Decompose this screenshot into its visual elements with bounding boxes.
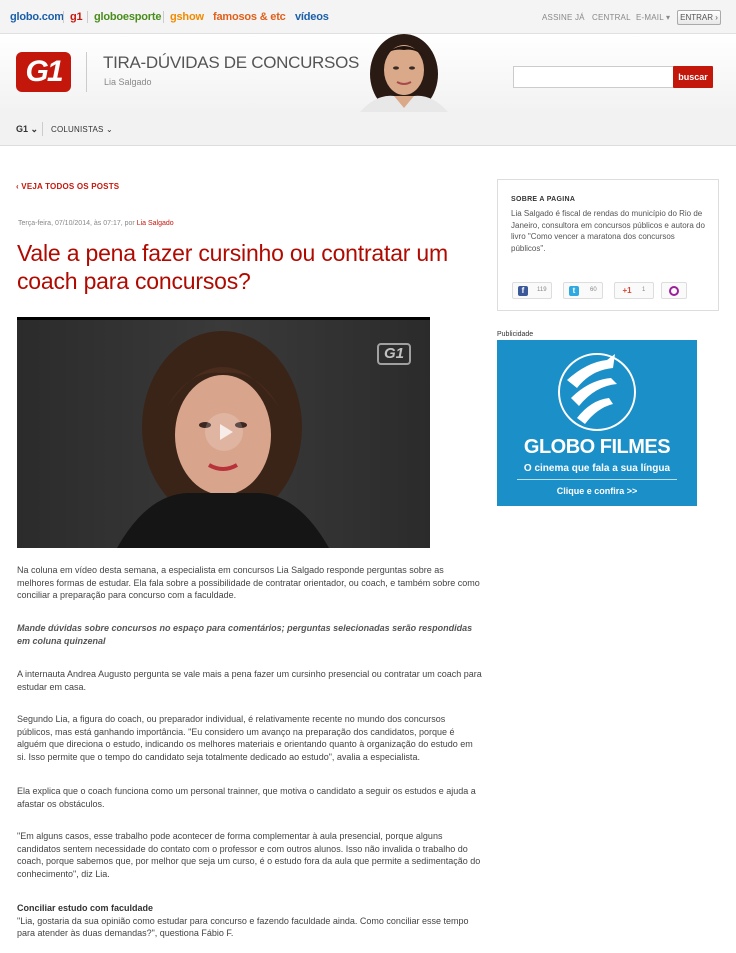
article-paragraph: Segundo Lia, a figura do coach, ou prepa… bbox=[17, 714, 473, 762]
divider bbox=[42, 122, 43, 136]
about-title: SOBRE A PAGINA bbox=[511, 196, 576, 203]
facebook-count: 119 bbox=[537, 287, 547, 293]
globo-filmes-ad[interactable]: GLOBO FILMES O cinema que fala a sua lín… bbox=[497, 340, 697, 506]
video-g1-watermark: G1 bbox=[377, 343, 411, 365]
g1-link[interactable]: g1 bbox=[70, 11, 83, 23]
article-paragraph: "Em alguns casos, esse trabalho pode aco… bbox=[17, 831, 481, 879]
orkut-share-button[interactable] bbox=[661, 282, 687, 299]
facebook-share-button[interactable]: f 119 bbox=[512, 282, 552, 299]
post-date: Terça-feira, 07/10/2014, às 07:17, por bbox=[18, 220, 135, 227]
author-portrait-image bbox=[360, 34, 448, 112]
divider bbox=[517, 479, 677, 480]
about-text: Lia Salgado é fiscal de rendas do municí… bbox=[511, 209, 705, 253]
famosos-link[interactable]: famosos & etc bbox=[213, 11, 286, 23]
central-link[interactable]: CENTRAL bbox=[592, 13, 631, 22]
search-button[interactable]: buscar bbox=[673, 66, 713, 88]
nav-g1-menu[interactable]: G1 ⌄ bbox=[16, 124, 38, 135]
article-subheading: Conciliar estudo com faculdade bbox=[17, 903, 154, 913]
twitter-count: 60 bbox=[590, 287, 597, 293]
facebook-icon: f bbox=[518, 286, 528, 296]
globo-com-link[interactable]: globo.com bbox=[10, 11, 64, 23]
login-button[interactable]: ENTRAR › bbox=[677, 10, 721, 25]
see-all-posts-link[interactable]: ‹ VEJA TODOS OS POSTS bbox=[16, 182, 119, 191]
email-label: E-MAIL bbox=[636, 13, 664, 22]
ad-cta-link[interactable]: Clique e confira >> bbox=[497, 486, 697, 496]
twitter-share-button[interactable]: t 60 bbox=[563, 282, 603, 299]
article-paragraph: A internauta Andrea Augusto pergunta se … bbox=[17, 669, 482, 692]
search-input[interactable] bbox=[514, 67, 673, 88]
article-callout: Mande dúvidas sobre concursos no espaço … bbox=[17, 623, 473, 646]
blog-title[interactable]: TIRA-DÚVIDAS DE CONCURSOS bbox=[103, 53, 359, 73]
divider bbox=[63, 11, 64, 23]
video-top-edge bbox=[17, 317, 430, 320]
ad-title: GLOBO FILMES bbox=[523, 436, 671, 458]
divider bbox=[163, 11, 164, 23]
article-headline: Vale a pena fazer cursinho ou contratar … bbox=[17, 240, 448, 294]
author-portrait bbox=[346, 34, 461, 112]
google-plus-count: 1 bbox=[642, 287, 646, 293]
ad-tagline: O cinema que fala a sua língua bbox=[523, 463, 671, 474]
post-author-link[interactable]: Lia Salgado bbox=[137, 220, 174, 227]
globo-top-bar: globo.com g1 globoesporte gshow famosos … bbox=[0, 0, 736, 34]
search-field[interactable] bbox=[513, 66, 674, 88]
blog-header: G1 TIRA-DÚVIDAS DE CONCURSOS Lia Salgado… bbox=[0, 34, 736, 112]
divider bbox=[86, 52, 87, 92]
video-player[interactable]: G1 bbox=[17, 317, 430, 548]
article-section: Conciliar estudo com faculdade "Lia, gos… bbox=[17, 902, 482, 940]
play-icon[interactable] bbox=[205, 413, 243, 451]
twitter-icon: t bbox=[569, 286, 579, 296]
gshow-link[interactable]: gshow bbox=[170, 11, 204, 23]
section-nav: G1 ⌄ COLUNISTAS ⌄ bbox=[0, 112, 736, 146]
google-plus-icon: +1 bbox=[622, 286, 632, 295]
post-meta: Terça-feira, 07/10/2014, às 07:17, por L… bbox=[18, 220, 174, 227]
g1-logo[interactable]: G1 bbox=[16, 52, 71, 92]
orkut-icon bbox=[669, 286, 679, 296]
email-link[interactable]: E-MAIL ▾ bbox=[636, 13, 670, 22]
chevron-down-icon: ▾ bbox=[666, 13, 671, 22]
nav-colunistas-menu[interactable]: COLUNISTAS ⌄ bbox=[51, 125, 113, 134]
article-paragraph: Na coluna em vídeo desta semana, a espec… bbox=[17, 565, 480, 601]
assine-ja-link[interactable]: ASSINE JÁ bbox=[542, 13, 585, 22]
ad-label: Publicidade bbox=[497, 331, 534, 338]
google-plus-share-button[interactable]: +1 1 bbox=[614, 282, 654, 299]
globo-filmes-logo bbox=[558, 353, 636, 431]
divider bbox=[87, 11, 88, 23]
article-paragraph: Ela explica que o coach funciona como um… bbox=[17, 786, 476, 809]
globoesporte-link[interactable]: globoesporte bbox=[94, 11, 161, 23]
videos-link[interactable]: vídeos bbox=[295, 11, 329, 23]
blog-author: Lia Salgado bbox=[104, 77, 152, 87]
article-paragraph: "Lia, gostaria da sua opinião como estud… bbox=[17, 915, 469, 939]
